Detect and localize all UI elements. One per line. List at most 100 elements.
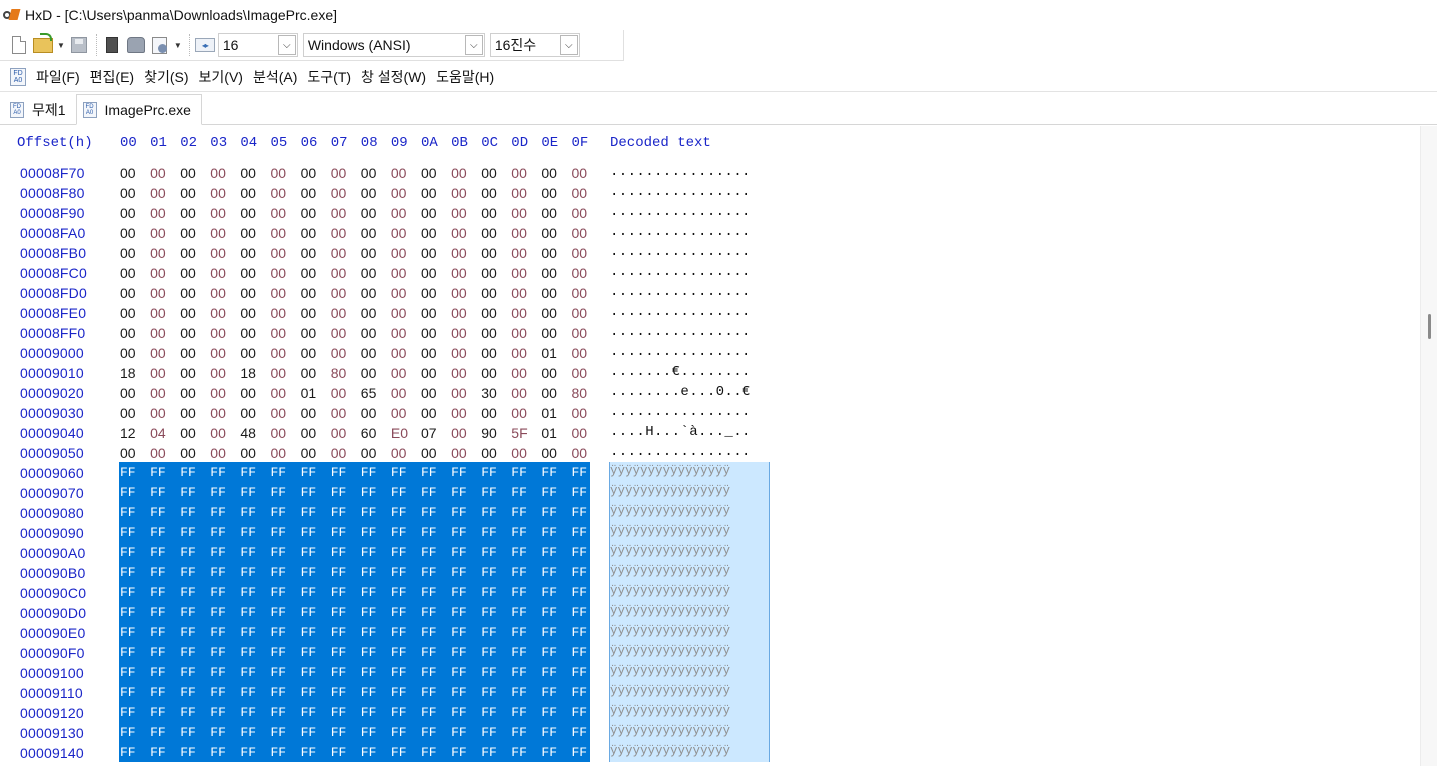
hex-byte[interactable]: 00 — [391, 385, 421, 401]
hex-byte[interactable]: 04 — [150, 425, 180, 441]
hex-byte[interactable]: FF — [511, 685, 541, 700]
hex-byte[interactable]: 00 — [391, 185, 421, 201]
bytes-per-row-select[interactable]: 16 ⌵ — [217, 33, 298, 57]
hex-byte[interactable]: 00 — [451, 245, 481, 261]
hex-byte[interactable]: 00 — [481, 185, 511, 201]
hex-byte[interactable]: FF — [120, 545, 150, 560]
hex-byte[interactable]: FF — [572, 705, 602, 720]
hex-row[interactable]: 00009060 FF FF FF FF FF FF FF FF FF FF FF FF FF FF FF FF… — [0, 462, 800, 482]
hex-byte[interactable]: 00 — [180, 225, 210, 241]
hex-byte[interactable]: FF — [331, 545, 361, 560]
hex-byte[interactable]: 00 — [481, 325, 511, 341]
hex-byte[interactable]: FF — [511, 645, 541, 660]
hex-byte[interactable]: FF — [421, 525, 451, 540]
hex-row[interactable]: 00009040 12 04 00 00 48 00 00 00 60 E0 07 00 90 5F 01 00… — [0, 422, 800, 442]
hex-byte[interactable]: FF — [150, 625, 180, 640]
hex-byte[interactable]: 00 — [210, 385, 240, 401]
hex-byte[interactable]: FF — [331, 505, 361, 520]
hex-byte[interactable]: FF — [120, 645, 150, 660]
hex-byte[interactable]: 00 — [120, 285, 150, 301]
hex-row[interactable]: 00009140 FF FF FF FF FF FF FF FF FF FF FF FF FF FF FF FF… — [0, 742, 800, 762]
hex-byte[interactable]: 00 — [271, 245, 301, 261]
hex-byte[interactable]: 00 — [271, 345, 301, 361]
hex-byte[interactable]: FF — [210, 665, 240, 680]
hex-byte[interactable]: FF — [120, 565, 150, 580]
hex-byte[interactable]: FF — [301, 465, 331, 480]
decoded-text[interactable]: ÿÿÿÿÿÿÿÿÿÿÿÿÿÿÿÿ — [610, 504, 770, 524]
menu-tools[interactable]: 도구(T) — [307, 67, 351, 87]
hex-byte[interactable]: 00 — [421, 445, 451, 461]
hex-byte[interactable]: FF — [572, 605, 602, 620]
hex-byte[interactable]: FF — [240, 605, 270, 620]
menu-file[interactable]: 파일(F) — [36, 67, 80, 87]
decoded-text[interactable]: ....H...`à..._.. — [610, 424, 770, 444]
hex-byte[interactable]: FF — [240, 565, 270, 580]
hex-byte[interactable]: 00 — [572, 425, 602, 441]
hex-byte[interactable]: FF — [361, 685, 391, 700]
hex-byte[interactable]: FF — [331, 725, 361, 740]
hex-byte[interactable]: 00 — [361, 185, 391, 201]
hex-byte[interactable]: FF — [481, 525, 511, 540]
hex-byte[interactable]: FF — [180, 465, 210, 480]
hex-row[interactable]: 000090A0 FF FF FF FF FF FF FF FF FF FF FF FF FF FF FF FF… — [0, 542, 800, 562]
hex-byte[interactable]: 60 — [361, 425, 391, 441]
hex-byte[interactable]: 00 — [481, 305, 511, 321]
hex-byte[interactable]: FF — [421, 625, 451, 640]
hex-byte[interactable]: FF — [511, 745, 541, 760]
hex-byte[interactable]: FF — [451, 745, 481, 760]
hex-byte[interactable]: FF — [421, 485, 451, 500]
hex-byte[interactable]: 00 — [481, 265, 511, 281]
hex-byte[interactable]: 00 — [391, 245, 421, 261]
hex-byte[interactable]: 00 — [240, 265, 270, 281]
hex-byte[interactable]: 00 — [511, 185, 541, 201]
decoded-text[interactable]: ÿÿÿÿÿÿÿÿÿÿÿÿÿÿÿÿ — [610, 604, 770, 624]
hex-byte[interactable]: FF — [451, 545, 481, 560]
hex-byte[interactable]: FF — [210, 485, 240, 500]
hex-byte[interactable]: FF — [180, 685, 210, 700]
hex-row[interactable]: 00009000 00 00 00 00 00 00 00 00 00 00 00 00 00 00 01 00… — [0, 342, 800, 362]
hex-byte[interactable]: FF — [421, 665, 451, 680]
hex-byte[interactable]: 00 — [511, 285, 541, 301]
hex-byte[interactable]: FF — [210, 585, 240, 600]
hex-byte[interactable]: FF — [180, 505, 210, 520]
hex-byte[interactable]: FF — [481, 465, 511, 480]
decoded-text[interactable]: ................ — [610, 444, 770, 464]
hex-byte[interactable]: 00 — [240, 445, 270, 461]
hex-byte[interactable]: 00 — [361, 245, 391, 261]
hex-byte[interactable]: 30 — [481, 385, 511, 401]
hex-byte[interactable]: FF — [331, 665, 361, 680]
hex-byte[interactable]: 00 — [150, 205, 180, 221]
hex-byte[interactable]: 00 — [301, 225, 331, 241]
hex-byte[interactable]: FF — [391, 505, 421, 520]
hex-byte[interactable]: FF — [240, 645, 270, 660]
hex-byte[interactable]: 00 — [541, 165, 571, 181]
hex-byte[interactable]: 00 — [421, 325, 451, 341]
hex-byte[interactable]: 00 — [361, 225, 391, 241]
hex-byte[interactable]: FF — [271, 645, 301, 660]
hex-byte[interactable]: FF — [240, 505, 270, 520]
hex-byte[interactable]: 00 — [391, 225, 421, 241]
hex-byte[interactable]: FF — [271, 705, 301, 720]
hex-byte[interactable]: 00 — [271, 165, 301, 181]
hex-byte[interactable]: FF — [421, 465, 451, 480]
hex-byte[interactable]: 00 — [391, 445, 421, 461]
hex-byte[interactable]: FF — [391, 465, 421, 480]
hex-byte[interactable]: 00 — [120, 405, 150, 421]
hex-byte[interactable]: 00 — [511, 345, 541, 361]
hex-byte[interactable]: 00 — [572, 265, 602, 281]
hex-byte[interactable]: 00 — [481, 205, 511, 221]
hex-byte[interactable]: FF — [240, 725, 270, 740]
hex-byte[interactable]: FF — [391, 565, 421, 580]
hex-row[interactable]: 00008F70 00 00 00 00 00 00 00 00 00 00 00 00 00 00 00 00… — [0, 162, 800, 182]
document-menu-icon[interactable]: FD A0 — [10, 67, 26, 86]
hex-byte[interactable]: 00 — [301, 425, 331, 441]
hex-byte[interactable]: 00 — [180, 385, 210, 401]
hex-byte[interactable]: FF — [180, 705, 210, 720]
hex-byte[interactable]: FF — [361, 585, 391, 600]
hex-byte[interactable]: 00 — [451, 285, 481, 301]
hex-byte[interactable]: FF — [150, 685, 180, 700]
hex-byte[interactable]: FF — [361, 505, 391, 520]
hex-byte[interactable]: FF — [210, 565, 240, 580]
hex-byte[interactable]: FF — [481, 485, 511, 500]
hex-byte[interactable]: 00 — [180, 425, 210, 441]
